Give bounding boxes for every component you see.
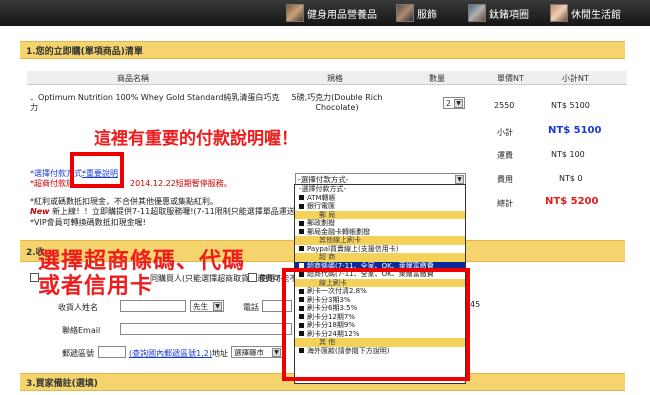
shipping-label: 運費 bbox=[497, 151, 513, 160]
section-title: 3.買家備註(選填) bbox=[26, 378, 98, 389]
dropdown-option-group: 其他線上刷卡 bbox=[295, 236, 465, 245]
subtotal-value: NT$ 5100 bbox=[548, 125, 602, 136]
cart-item-spec: 5磅,巧克力(Double Rich Chocolate) bbox=[291, 93, 383, 112]
payment-select-value: -選擇付款方式- bbox=[298, 174, 349, 184]
phone-label: 電話 bbox=[243, 303, 259, 312]
annotation-highlight-box-link bbox=[70, 152, 124, 188]
store-payment-notice: *超商付款於 2014.12.22短期暫停服務。 bbox=[30, 178, 232, 189]
email-input[interactable] bbox=[120, 323, 292, 335]
leisure-thumbnail-icon bbox=[550, 4, 568, 22]
total-label: 總計 bbox=[497, 199, 513, 208]
new-feature-text: 新上線！！立即購提供7-11超取服務囉!(7-11限制只能選擇單品運送,還送 bbox=[52, 207, 314, 216]
dropdown-option[interactable]: 銀行電匯 bbox=[295, 202, 465, 211]
new-feature-note: New 新上線！！立即購提供7-11超取服務囉!(7-11限制只能選擇單品運送,… bbox=[30, 206, 313, 217]
annotation-important-payment-note: 這裡有重要的付款說明喔！ bbox=[94, 129, 298, 149]
nav-leisure-life[interactable]: 休閒生活館 bbox=[550, 3, 621, 23]
use-7-11-checkbox[interactable] bbox=[248, 273, 257, 282]
title-select[interactable]: 先生 ▼ bbox=[190, 300, 224, 312]
quantity-value: 2 bbox=[446, 98, 451, 108]
zip-label: 郵遞區號 bbox=[62, 349, 94, 358]
dropdown-option[interactable]: 郵政劃撥 bbox=[295, 219, 465, 228]
dropdown-option[interactable]: -選擇付款方式- bbox=[295, 185, 465, 194]
bullet-square-icon bbox=[299, 220, 304, 226]
section-title: 1.您的立即購(單項商品)清單 bbox=[26, 46, 143, 57]
dropdown-option-label: 其他線上刷卡 bbox=[319, 236, 361, 244]
col-quantity: 數量 bbox=[429, 74, 445, 83]
dropdown-option-label: 郵 局 bbox=[319, 210, 336, 219]
nav-label: 休閒生活館 bbox=[571, 9, 621, 21]
dropdown-option-group: 郵 局 bbox=[295, 210, 465, 219]
fee-value: NT$ 0 bbox=[559, 174, 583, 183]
col-product-name: 商品名稱 bbox=[117, 74, 149, 83]
col-unit-price: 單價NT bbox=[497, 74, 524, 83]
nav-label: 鈦鍺項圈 bbox=[489, 9, 529, 21]
address-label: 地址 bbox=[212, 349, 228, 358]
recipient-name-input[interactable] bbox=[120, 300, 186, 312]
notice-suffix: 2014.12.22短期暫停服務。 bbox=[130, 179, 232, 188]
cart-item-name: ．Optimum Nutrition 100% Whey Gold Standa… bbox=[30, 93, 280, 112]
top-navigation-bar: 健身用品營養品 服飾 鈦鍺項圈 休閒生活館 bbox=[0, 0, 650, 26]
subtotal-label: 小計 bbox=[497, 128, 513, 137]
dropdown-option[interactable]: 郵局金融卡轉帳劃撥 bbox=[295, 228, 465, 237]
nav-titanium-necklace[interactable]: 鈦鍺項圈 bbox=[468, 3, 529, 23]
phone-suffix: 45 bbox=[470, 300, 481, 309]
fee-label: 費用 bbox=[497, 175, 513, 184]
col-spec: 規格 bbox=[327, 74, 343, 83]
email-label: 聯絡Email bbox=[62, 326, 101, 335]
recipient-name-label: 收貨人姓名 bbox=[58, 303, 98, 312]
nav-label: 健身用品營養品 bbox=[307, 9, 377, 21]
dropdown-option-label: 超 商 bbox=[319, 253, 336, 261]
dropdown-option-group: 超 商 bbox=[295, 253, 465, 262]
zip-lookup-link[interactable]: (查詢國內郵遞區號1,2) bbox=[129, 348, 212, 359]
fitness-thumbnail-icon bbox=[286, 4, 304, 22]
total-value: NT$ 5200 bbox=[545, 196, 599, 207]
vip-note: *VIP會員可轉換碼數抵扣現金喔! bbox=[30, 218, 146, 227]
bullet-square-icon bbox=[299, 246, 304, 251]
col-subtotal: 小計NT bbox=[562, 74, 589, 83]
new-badge: New bbox=[30, 207, 50, 216]
chevron-down-icon: ▼ bbox=[454, 99, 463, 108]
bullet-square-icon bbox=[299, 195, 304, 200]
city-select-value: 選擇縣市 bbox=[234, 347, 264, 357]
chevron-down-icon: ▼ bbox=[272, 348, 281, 357]
annotation-highlight-box-options bbox=[282, 268, 470, 381]
nav-label: 服飾 bbox=[417, 9, 437, 21]
clothing-thumbnail-icon bbox=[396, 4, 414, 22]
quantity-select[interactable]: 2 ▼ bbox=[443, 97, 465, 109]
notice-prefix: *超商付款於 bbox=[30, 179, 74, 188]
chevron-down-icon: ▼ bbox=[455, 175, 464, 184]
dropdown-option-label: Paypal買賣線上(支援信用卡) bbox=[307, 244, 399, 253]
section-order-list-header: 1.您的立即購(單項商品)清單 bbox=[20, 41, 625, 59]
cart-item-unit-price: 2550 bbox=[494, 101, 515, 110]
dropdown-option-label: 銀行電匯 bbox=[307, 202, 335, 210]
dropdown-option-label: -選擇付款方式- bbox=[299, 185, 347, 193]
use-7-11-label: 使用7- bbox=[259, 274, 283, 283]
cart-item-subtotal: NT$ 5100 bbox=[551, 101, 590, 110]
nav-fitness-supplements[interactable]: 健身用品營養品 bbox=[286, 3, 377, 23]
dropdown-option-label: 郵局金融卡轉帳劃撥 bbox=[307, 227, 370, 236]
dropdown-option[interactable]: ATM轉帳 bbox=[295, 194, 465, 203]
title-select-value: 先生 bbox=[193, 301, 208, 311]
bullet-square-icon bbox=[299, 229, 304, 234]
dropdown-option[interactable]: Paypal買賣線上(支援信用卡) bbox=[295, 245, 465, 254]
cart-table-header: 商品名稱 規格 數量 單價NT 小計NT bbox=[27, 71, 627, 85]
necklace-thumbnail-icon bbox=[468, 4, 486, 22]
bullet-square-icon bbox=[299, 203, 304, 209]
chevron-down-icon: ▼ bbox=[213, 302, 222, 311]
dropdown-option-label: 郵政劃撥 bbox=[307, 219, 335, 227]
shipping-value: NT$ 100 bbox=[551, 150, 585, 159]
annotation-or-credit-card: 或者信用卡 bbox=[38, 274, 154, 299]
city-select[interactable]: 選擇縣市 ▼ bbox=[231, 346, 283, 358]
zip-input[interactable] bbox=[98, 346, 126, 358]
nav-clothing[interactable]: 服飾 bbox=[396, 3, 437, 23]
dropdown-option-label: ATM轉帳 bbox=[307, 193, 336, 202]
